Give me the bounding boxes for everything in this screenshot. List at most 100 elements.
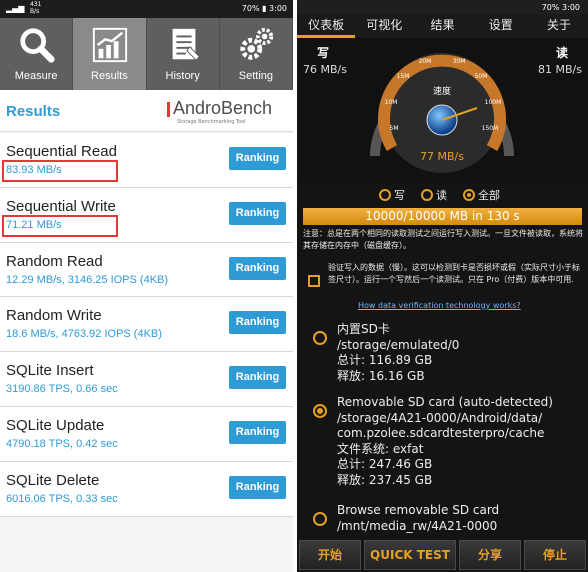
result-value: 12.29 MB/s, 3146.25 IOPS (4KB)	[6, 273, 169, 286]
speedometer: 5M 10M 15M 20M 30M 50M 100M 150M 速度 77 M…	[370, 53, 514, 173]
result-row-random-write: Random Write 18.6 MB/s, 4763.92 IOPS (4K…	[0, 297, 293, 353]
gauge-tick-label: 15M	[397, 73, 410, 80]
storage-line: /storage/emulated/0	[337, 337, 460, 352]
sd-tester-panel: 70% 3:00 仪表板 可视化 结果 设置 关于 写 76 MB/s 读 81…	[297, 0, 588, 572]
storage-line: 释放: 16.16 GB	[337, 368, 425, 383]
verify-text: 验证写入的数据（慢）。这可以检测到卡是否损坏或假（实际尺寸小于标签尺寸）。运行一…	[328, 263, 580, 284]
storage-line: Browse removable SD card	[337, 503, 500, 517]
result-row-sqlite-insert: SQLite Insert 3190.86 TPS, 0.66 sec Rank…	[0, 352, 293, 407]
page-title: Results	[6, 103, 61, 120]
speed-gauge-area: 写 76 MB/s 读 81 MB/s 5M 10M 15M 20M 30M 5…	[297, 38, 588, 183]
result-value: 3190.86 TPS, 0.66 sec	[6, 383, 118, 396]
androbench-logo: AndroBench Storage Benchmarking Tool	[167, 98, 287, 126]
gauge-tick-label: 150M	[482, 125, 499, 132]
results-header: Results AndroBench Storage Benchmarking …	[0, 90, 293, 132]
progress-text: 10000/10000 MB in 130 s	[365, 209, 520, 223]
verify-checkbox[interactable]	[308, 275, 320, 287]
storage-line: 文件系统: exfat	[337, 441, 424, 456]
ranking-button[interactable]: Ranking	[229, 256, 286, 280]
tab-label: Results	[91, 70, 128, 82]
tab-results[interactable]: Results	[73, 18, 147, 90]
results-list: Sequential Read 83.93 MB/s Ranking Seque…	[0, 133, 293, 517]
gauge-speed: 77 MB/s	[420, 150, 464, 163]
radio-all[interactable]: 全部	[463, 187, 500, 203]
tab-results[interactable]: 结果	[413, 14, 471, 38]
ranking-button[interactable]: Ranking	[229, 311, 286, 335]
storage-line: 总计: 116.89 GB	[337, 353, 433, 367]
tab-label: Setting	[238, 70, 273, 82]
storage-line: Removable SD card (auto-detected)	[337, 395, 553, 409]
read-value: 81 MB/s	[538, 63, 582, 76]
document-icon	[172, 28, 200, 61]
logo-bar	[167, 102, 170, 117]
tab-measure[interactable]: Measure	[0, 18, 74, 90]
result-value: 4790.18 TPS, 0.42 sec	[6, 437, 118, 450]
result-name: SQLite Delete	[6, 471, 100, 489]
result-row-sequential-read: Sequential Read 83.93 MB/s Ranking	[0, 133, 293, 188]
ranking-button[interactable]: Ranking	[229, 201, 286, 225]
result-row-sqlite-delete: SQLite Delete 6016.06 TPS, 0.33 sec Rank…	[0, 461, 293, 517]
verify-help-link[interactable]: How data verification technology works?	[358, 300, 521, 312]
quick-test-button[interactable]: QUICK TEST	[364, 540, 456, 570]
tab-dashboard[interactable]: 仪表板	[297, 14, 356, 38]
start-button[interactable]: 开始	[299, 540, 361, 570]
result-name: SQLite Insert	[6, 362, 94, 380]
status-bar: 70% 3:00	[297, 0, 588, 14]
gear-icon	[240, 27, 273, 60]
gauge-tick-label: 100M	[485, 99, 502, 106]
highlight-box	[2, 160, 118, 182]
signal-icon: ▂▄▆	[6, 4, 25, 13]
radio-label: 全部	[478, 189, 500, 202]
radio-label: 写	[394, 189, 405, 202]
tab-history[interactable]: History	[147, 18, 220, 90]
radio-circle	[463, 189, 475, 201]
radio-label: 读	[436, 189, 447, 202]
gauge-center-label: 速度	[433, 85, 451, 97]
gauge-tick-label: 30M	[453, 58, 466, 65]
stop-button[interactable]: 停止	[524, 540, 586, 570]
main-tabs: Measure Results History Setting	[0, 18, 293, 90]
gauge-tick-label: 5M	[390, 125, 399, 132]
storage-line: com.pzolee.sdcardtesterpro/cache	[337, 426, 545, 440]
write-value: 76 MB/s	[303, 63, 347, 76]
tab-settings[interactable]: 设置	[472, 14, 530, 38]
result-name: SQLite Update	[6, 416, 105, 434]
ranking-button[interactable]: Ranking	[229, 420, 286, 444]
result-name: Random Read	[6, 252, 103, 270]
gauge-tick-label: 50M	[475, 73, 488, 80]
radio-write[interactable]: 写	[379, 187, 405, 203]
storage-lines: 内置SD卡 /storage/emulated/0 总计: 116.89 GB …	[337, 322, 588, 384]
highlight-box	[2, 214, 118, 237]
radio-circle	[313, 404, 327, 418]
progress-bar: 10000/10000 MB in 130 s	[303, 208, 582, 225]
status-right: 70% ▮ 3:00	[241, 4, 287, 13]
net-speed: 431 B/s	[30, 1, 42, 15]
status-right: 70% 3:00	[541, 3, 580, 12]
storage-lines: Browse removable SD card /mnt/media_rw/4…	[337, 503, 588, 534]
tab-setting[interactable]: Setting	[220, 18, 293, 90]
storage-line: 内置SD卡	[337, 322, 390, 336]
action-buttons: 开始 QUICK TEST 分享 停止	[297, 540, 588, 572]
mode-radios: 写 读 全部	[297, 185, 588, 205]
storage-line: 释放: 237.45 GB	[337, 472, 433, 487]
ranking-button[interactable]: Ranking	[229, 366, 286, 390]
result-value: 6016.06 TPS, 0.33 sec	[6, 492, 118, 505]
result-name: Sequential Read	[6, 143, 117, 160]
radio-circle	[313, 331, 327, 345]
write-label: 写	[317, 46, 330, 60]
ranking-button[interactable]: Ranking	[229, 147, 286, 170]
read-label: 读	[555, 46, 568, 60]
tab-visualize[interactable]: 可视化	[355, 14, 413, 38]
radio-read[interactable]: 读	[421, 187, 447, 203]
result-name: Random Write	[6, 307, 102, 325]
radio-circle	[421, 189, 433, 201]
share-button[interactable]: 分享	[459, 540, 521, 570]
ranking-button[interactable]: Ranking	[229, 475, 286, 499]
tab-label: History	[165, 70, 200, 82]
storage-lines: Removable SD card (auto-detected) /stora…	[337, 395, 588, 488]
logo-subtitle: Storage Benchmarking Tool	[177, 119, 246, 125]
search-icon	[20, 28, 55, 63]
main-tabs: 仪表板 可视化 结果 设置 关于	[297, 14, 588, 38]
radio-circle	[379, 189, 391, 201]
tab-about[interactable]: 关于	[530, 14, 588, 38]
